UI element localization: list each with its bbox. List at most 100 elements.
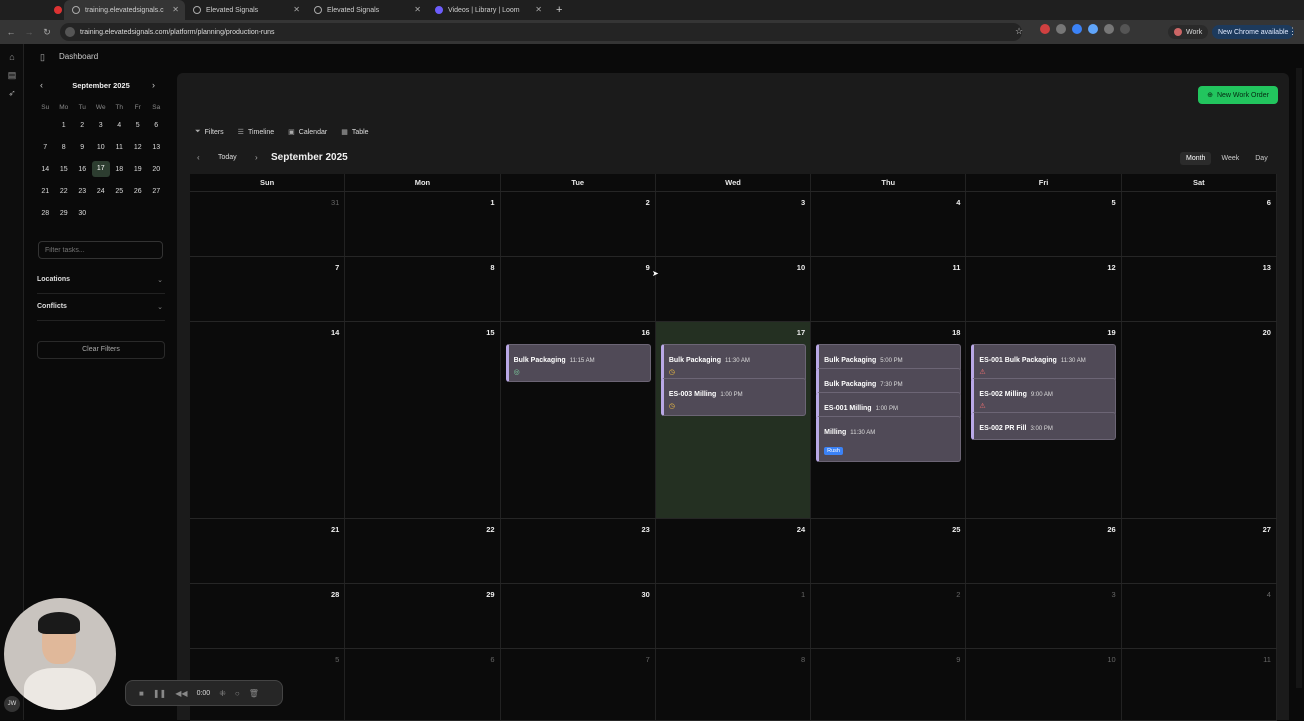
calendar-day-cell[interactable]: 10 <box>656 257 812 321</box>
mini-day[interactable]: 1 <box>55 122 74 129</box>
pause-icon[interactable]: ❚❚ <box>153 689 166 698</box>
calendar-day-cell[interactable]: 5 <box>966 192 1122 256</box>
calendar-day-cell[interactable]: 14 <box>190 322 346 518</box>
work-order-event[interactable]: Milling 11:30 AM Rush <box>816 416 962 462</box>
mini-day[interactable]: 14 <box>36 166 55 173</box>
mini-day[interactable]: 13 <box>147 144 166 151</box>
calendar-day-cell[interactable]: 4 <box>1122 584 1277 648</box>
tab-1[interactable]: Elevated Signals ✕ <box>185 0 306 20</box>
mini-day[interactable]: 6 <box>147 122 166 129</box>
calendar-day-cell[interactable]: 8 <box>656 649 812 720</box>
filter-tasks-input[interactable] <box>38 241 163 259</box>
extension-icon[interactable] <box>1072 24 1082 34</box>
mini-day[interactable]: 9 <box>73 144 92 151</box>
calendar-day-cell[interactable]: 29 <box>345 584 501 648</box>
calendar-day-cell[interactable]: 9 <box>501 257 656 321</box>
mini-day[interactable]: 20 <box>147 166 166 173</box>
new-work-order-button[interactable]: ⊕ New Work Order <box>1198 86 1278 104</box>
mini-day[interactable]: 15 <box>55 166 74 173</box>
mini-day[interactable]: 23 <box>73 188 92 195</box>
calendar-day-cell[interactable]: 23 <box>501 519 656 583</box>
calendar-day-cell[interactable]: 4 <box>811 192 967 256</box>
calendar-day-cell[interactable]: 7 <box>501 649 656 720</box>
work-order-event[interactable]: Bulk Packaging 11:30 AM ◷ <box>660 344 806 382</box>
calendar-icon[interactable]: ▤ <box>7 70 17 80</box>
calendar-day-cell[interactable]: 6 <box>345 649 501 720</box>
calendar-day-cell[interactable]: 26 <box>966 519 1122 583</box>
calendar-day-cell[interactable]: 31 <box>190 192 346 256</box>
back-icon[interactable]: ← <box>4 27 18 37</box>
tab-table[interactable]: ▦ Table <box>341 128 368 137</box>
sidebar-toggle-icon[interactable]: ▯ <box>40 52 45 63</box>
grid-icon[interactable]: ⁜ <box>219 689 226 698</box>
rewind-icon[interactable]: ◀◀ <box>175 689 187 698</box>
calendar-day-cell[interactable]: 2 <box>501 192 656 256</box>
tab-0[interactable]: training.elevatedsignals.c ✕ <box>64 0 185 20</box>
calendar-day-cell[interactable]: 9 <box>811 649 967 720</box>
calendar-day-cell[interactable]: 1 <box>345 192 501 256</box>
calendar-day-cell[interactable]: 16 Bulk Packaging 11:15 AM ◎ <box>501 322 656 518</box>
calendar-day-cell[interactable]: 22 <box>345 519 501 583</box>
calendar-day-cell[interactable]: 20 <box>1122 322 1277 518</box>
today-button[interactable]: Today <box>218 154 237 161</box>
mini-day[interactable]: 26 <box>129 188 148 195</box>
rocket-icon[interactable]: ➶ <box>7 88 17 98</box>
calendar-day-cell[interactable]: 11 <box>1122 649 1277 720</box>
sidepanel-icon[interactable] <box>1120 24 1130 34</box>
mini-day[interactable]: 27 <box>147 188 166 195</box>
extension-icon[interactable] <box>1040 24 1050 34</box>
calendar-day-cell[interactable]: 11 <box>811 257 967 321</box>
calendar-day-cell[interactable]: 21 <box>190 519 346 583</box>
calendar-day-cell[interactable]: 13 <box>1122 257 1277 321</box>
close-icon[interactable]: ✕ <box>293 5 300 14</box>
mini-day[interactable]: 3 <box>92 122 111 129</box>
work-order-event[interactable]: ES-002 Milling 9:00 AM ⚠ <box>971 378 1117 416</box>
mini-day[interactable]: 5 <box>129 122 148 129</box>
calendar-day-cell[interactable]: 19 ES-001 Bulk Packaging 11:30 AM ⚠ ES-002 M… <box>966 322 1122 518</box>
mode-week-button[interactable]: Week <box>1215 152 1245 165</box>
mini-day[interactable]: 10 <box>92 144 111 151</box>
mini-day[interactable]: 17 <box>91 161 110 177</box>
mini-day[interactable]: 16 <box>73 166 92 173</box>
mini-day[interactable]: 2 <box>73 122 92 129</box>
calendar-day-cell[interactable]: 10 <box>966 649 1122 720</box>
calendar-day-cell[interactable]: 2 <box>811 584 967 648</box>
puzzle-icon[interactable] <box>1104 24 1114 34</box>
new-tab-button[interactable]: + <box>548 0 568 20</box>
circle-icon[interactable]: ○ <box>235 689 240 698</box>
trash-icon[interactable]: 🗑 <box>249 689 259 698</box>
forward-icon[interactable]: → <box>22 27 36 37</box>
extension-icon[interactable] <box>1056 24 1066 34</box>
mini-day[interactable]: 7 <box>36 144 55 151</box>
close-icon[interactable]: ✕ <box>535 5 542 14</box>
mini-day[interactable]: 19 <box>129 166 148 173</box>
mode-month-button[interactable]: Month <box>1180 152 1212 165</box>
calendar-day-cell[interactable]: 15 <box>345 322 501 518</box>
close-icon[interactable]: ✕ <box>414 5 421 14</box>
calendar-day-cell[interactable]: 17 Bulk Packaging 11:30 AM ◷ ES-003 Milling 1… <box>655 322 812 518</box>
calendar-day-cell[interactable]: 8 <box>345 257 501 321</box>
close-icon[interactable]: ✕ <box>172 5 179 14</box>
work-order-event[interactable]: ES-002 PR Fill 3:00 PM <box>971 412 1117 440</box>
calendar-day-cell[interactable]: 3 <box>656 192 812 256</box>
calendar-day-cell[interactable]: 3 <box>966 584 1122 648</box>
scrollbar[interactable] <box>1296 68 1302 688</box>
locations-accordion[interactable]: Locations ⌄ <box>37 276 165 288</box>
tab-3[interactable]: Videos | Library | Loom ✕ <box>427 0 548 20</box>
mini-day[interactable]: 21 <box>36 188 55 195</box>
tab-calendar[interactable]: ▣ Calendar <box>288 128 327 137</box>
stop-icon[interactable]: ■ <box>139 689 144 698</box>
mini-day[interactable]: 30 <box>73 210 92 217</box>
mini-day[interactable]: 25 <box>110 188 129 195</box>
mini-day[interactable]: 22 <box>55 188 74 195</box>
calendar-day-cell[interactable]: 12 <box>966 257 1122 321</box>
mini-day[interactable]: 12 <box>129 144 148 151</box>
tab-filters[interactable]: ⏷ Filters <box>195 128 224 136</box>
calendar-day-cell[interactable]: 6 <box>1122 192 1277 256</box>
calendar-day-cell[interactable]: 25 <box>811 519 967 583</box>
chevron-left-icon[interactable]: ‹ <box>197 153 200 162</box>
mode-day-button[interactable]: Day <box>1249 152 1273 165</box>
chevron-right-icon[interactable]: › <box>152 80 155 90</box>
work-order-event[interactable]: ES-001 Bulk Packaging 11:30 AM ⚠ <box>971 344 1117 382</box>
tab-2[interactable]: Elevated Signals ✕ <box>306 0 427 20</box>
